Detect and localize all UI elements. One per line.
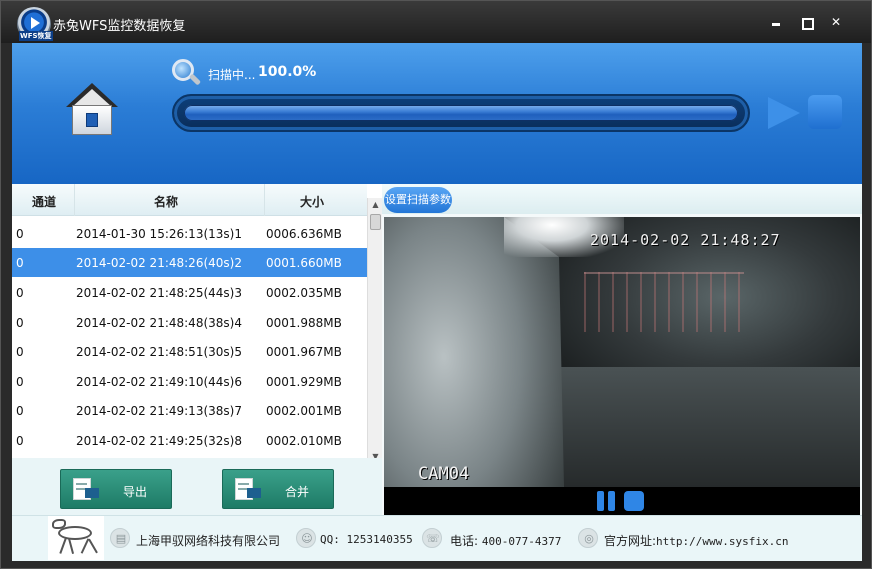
- cell-size: 0001.988MB: [266, 316, 342, 330]
- phone-info: 电话: 400-077-4377: [450, 532, 561, 549]
- cell-size: 0001.660MB: [266, 256, 342, 270]
- file-row[interactable]: 0 2014-02-02 21:49:13(38s)7 0002.001MB: [12, 396, 367, 425]
- company-logo: [48, 516, 104, 560]
- qq-info: QQ: 1253140355: [320, 533, 413, 546]
- scan-progress-fill: [184, 105, 738, 121]
- stop-scan-button[interactable]: [808, 95, 842, 129]
- column-size[interactable]: 大小: [300, 193, 324, 210]
- scan-settings-button[interactable]: 设置扫描参数: [384, 187, 452, 213]
- merge-icon: [235, 478, 261, 502]
- file-row[interactable]: 0 2014-02-02 21:49:25(32s)8 0002.010MB: [12, 426, 367, 455]
- scan-percent: 100.0%: [258, 64, 317, 80]
- scan-status-text: 扫描中...: [208, 68, 256, 82]
- video-preview-panel: 设置扫描参数 2014-02-02 21:48:27 CAM04: [382, 184, 862, 515]
- cell-name: 2014-02-02 21:49:25(32s)8: [76, 434, 242, 448]
- home-door: [86, 113, 98, 127]
- cell-name: 2014-02-02 21:48:26(40s)2: [76, 256, 242, 270]
- cell-channel: 0: [16, 375, 24, 389]
- video-frame[interactable]: 2014-02-02 21:48:27 CAM04: [384, 217, 860, 487]
- website-label: 官方网址:: [604, 534, 657, 548]
- column-separator: [264, 184, 265, 216]
- cell-size: 0002.035MB: [266, 286, 342, 300]
- phone-icon: [422, 528, 443, 549]
- file-actions-bar: 导出 合并: [12, 458, 382, 515]
- phone-label: 电话:: [450, 534, 479, 548]
- file-list-header: 通道 名称 大小: [12, 184, 367, 216]
- video-ground: [544, 367, 860, 487]
- minimize-button[interactable]: [769, 15, 783, 29]
- status-bar: 上海甲驭网络科技有限公司 QQ: 1253140355 电话: 400-077-…: [12, 515, 862, 561]
- cell-channel: 0: [16, 434, 24, 448]
- horse-leg: [67, 538, 75, 554]
- horse-leg: [88, 538, 98, 554]
- home-button[interactable]: [66, 83, 118, 137]
- cell-channel: 0: [16, 345, 24, 359]
- file-row[interactable]: 0 2014-02-02 21:48:25(44s)3 0002.035MB: [12, 278, 367, 307]
- merge-label: 合并: [285, 485, 310, 499]
- file-row[interactable]: 0 2014-02-02 21:48:48(38s)4 0001.988MB: [12, 308, 367, 337]
- video-vehicle-side: [384, 217, 564, 487]
- cell-channel: 0: [16, 256, 24, 270]
- qq-icon: [296, 528, 317, 549]
- cell-name: 2014-02-02 21:48:25(44s)3: [76, 286, 242, 300]
- close-button[interactable]: ✕: [829, 15, 843, 29]
- website-url[interactable]: http://www.sysfix.cn: [656, 535, 788, 548]
- cell-channel: 0: [16, 286, 24, 300]
- app-logo-text: WFS恢复: [19, 31, 53, 41]
- cell-size: 0001.967MB: [266, 345, 342, 359]
- maximize-button[interactable]: [799, 15, 814, 30]
- file-list-scrollbar[interactable]: ▲ ▼: [367, 198, 382, 464]
- cell-size: 0006.636MB: [266, 227, 342, 241]
- cell-size: 0001.929MB: [266, 375, 342, 389]
- cell-name: 2014-01-30 15:26:13(13s)1: [76, 227, 242, 241]
- file-row[interactable]: 0 2014-01-30 15:26:13(13s)1 0006.636MB: [12, 219, 367, 248]
- scroll-up-icon[interactable]: ▲: [368, 198, 383, 212]
- column-name[interactable]: 名称: [154, 193, 178, 210]
- preview-toolbar: 设置扫描参数: [382, 184, 862, 214]
- cell-channel: 0: [16, 227, 24, 241]
- cell-channel: 0: [16, 316, 24, 330]
- pause-button[interactable]: [596, 491, 616, 511]
- column-channel[interactable]: 通道: [32, 193, 56, 210]
- cell-size: 0002.010MB: [266, 434, 342, 448]
- file-row[interactable]: 0 2014-02-02 21:48:51(30s)5 0001.967MB: [12, 337, 367, 366]
- qq-number: 1253140355: [346, 533, 413, 546]
- stop-playback-button[interactable]: [624, 491, 644, 511]
- cell-name: 2014-02-02 21:48:48(38s)4: [76, 316, 242, 330]
- cell-channel: 0: [16, 404, 24, 418]
- video-timestamp: 2014-02-02 21:48:27: [590, 231, 781, 249]
- video-fence: [584, 272, 744, 332]
- video-controls: [384, 487, 860, 515]
- export-label: 导出: [123, 485, 148, 499]
- window-title: 赤兔WFS监控数据恢复: [53, 19, 186, 34]
- cell-name: 2014-02-02 21:48:51(30s)5: [76, 345, 242, 359]
- globe-icon: [578, 528, 599, 549]
- cell-name: 2014-02-02 21:49:13(38s)7: [76, 404, 242, 418]
- building-icon: [110, 528, 131, 549]
- merge-button[interactable]: 合并: [222, 469, 334, 509]
- start-scan-button[interactable]: [766, 95, 802, 131]
- qq-label: QQ:: [320, 533, 340, 546]
- file-row[interactable]: 0 2014-02-02 21:49:10(44s)6 0001.929MB: [12, 367, 367, 396]
- search-handle: [188, 73, 202, 86]
- export-button[interactable]: 导出: [60, 469, 172, 509]
- file-list-panel: 通道 名称 大小 0 2014-01-30 15:26:13(13s)1 000…: [12, 184, 382, 515]
- column-separator: [74, 184, 75, 216]
- horse-leg: [59, 538, 67, 554]
- scan-progress-bar: [172, 94, 750, 132]
- search-icon: [172, 59, 202, 87]
- app-window: WFS恢复 赤兔WFS监控数据恢复 ✕ 扫描中... 100.0% 通道 名称: [0, 0, 872, 569]
- scan-header: 扫描中... 100.0%: [12, 43, 862, 184]
- phone-number: 400-077-4377: [481, 535, 562, 548]
- scroll-thumb[interactable]: [370, 214, 381, 230]
- video-camera-label: CAM04: [418, 464, 470, 484]
- website-info[interactable]: 官方网址:http://www.sysfix.cn: [604, 532, 789, 549]
- cell-size: 0002.001MB: [266, 404, 342, 418]
- cell-name: 2014-02-02 21:49:10(44s)6: [76, 375, 242, 389]
- title-bar[interactable]: WFS恢复 赤兔WFS监控数据恢复 ✕: [1, 1, 871, 43]
- company-name: 上海甲驭网络科技有限公司: [136, 534, 281, 548]
- file-row-selected[interactable]: 0 2014-02-02 21:48:26(40s)2 0001.660MB: [12, 248, 367, 277]
- export-icon: [73, 478, 99, 502]
